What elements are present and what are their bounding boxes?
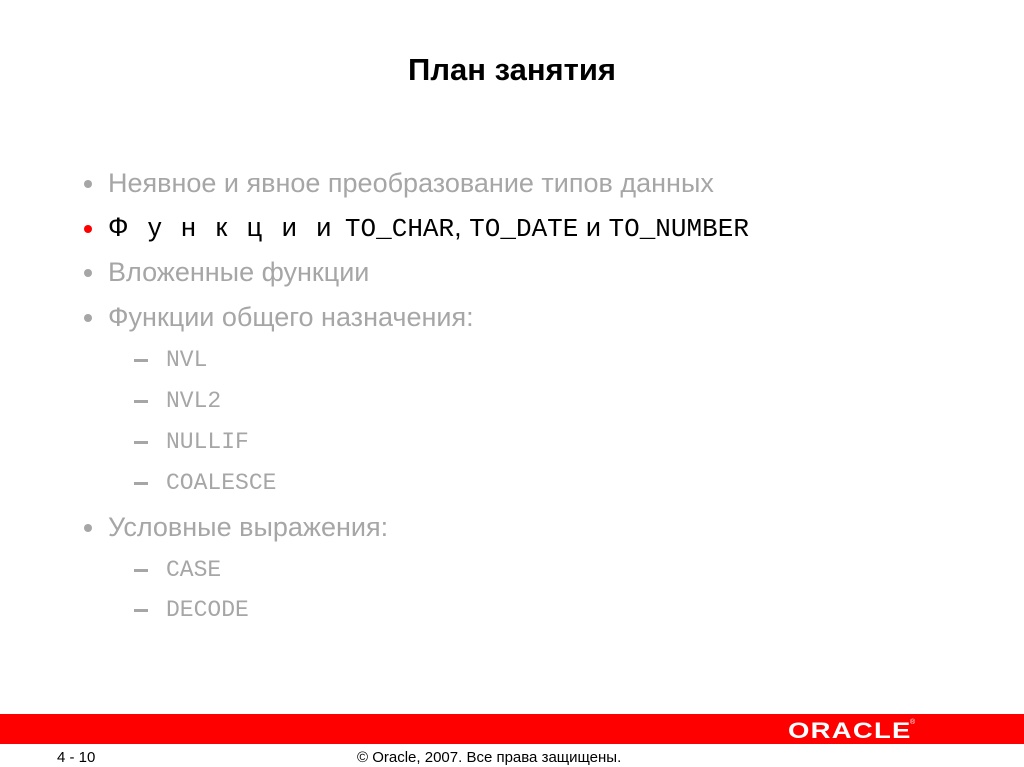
sub-item-text: DECODE [166,597,249,623]
slide-title: План занятия [408,52,616,87]
sub-item-text: NVL [166,347,208,373]
footer-red-bar: ORACLE ® [0,714,1024,744]
conjunction: и [585,212,601,242]
code-to-date: TO_DATE [469,214,579,244]
copyright-notice: © Oracle, 2007. Все права защищены. [357,749,622,766]
dash-icon [134,359,148,362]
page-number: 4 - 10 [57,749,96,766]
dash-icon [134,569,148,572]
sub-item-text: CASE [166,557,222,583]
oracle-logo: ORACLE [788,718,912,743]
agenda-item-text: Функции общего назначения: [108,302,474,332]
agenda-item-text: Ф у н к ц и и TO_CHAR, TO_DATE и TO_NUMB… [108,212,749,244]
registered-mark-icon: ® [910,719,916,726]
agenda-item-text: Неявное и явное преобразование типов дан… [108,168,714,198]
sub-item-text: NULLIF [166,429,249,455]
bullet-icon-active [84,225,92,233]
dash-icon [134,400,148,403]
bullet-icon [84,314,92,322]
functions-label: Ф у н к ц и и [108,212,338,242]
bullet-icon [84,524,92,532]
code-to-char: TO_CHAR [344,214,455,244]
dash-icon [134,482,148,485]
code-to-number: TO_NUMBER [608,214,749,244]
agenda-item-text: Вложенные функции [108,257,370,287]
sub-item-text: NVL2 [166,388,222,414]
bullet-icon [84,180,92,188]
bullet-icon [84,269,92,277]
sub-item-text: COALESCE [166,470,277,496]
separator: , [454,212,462,242]
dash-icon [134,609,148,612]
agenda-item-text: Условные выражения: [108,512,389,542]
dash-icon [134,441,148,444]
